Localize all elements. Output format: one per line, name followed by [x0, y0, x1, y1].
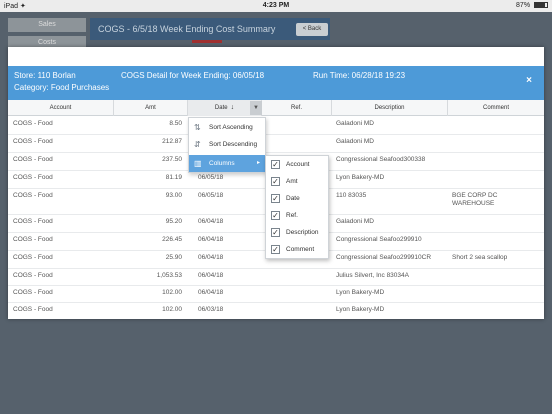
close-icon[interactable]: × [523, 75, 535, 87]
background-header: COGS - 6/5/18 Week Ending Cost Summary [90, 18, 330, 40]
checkbox-checked-icon[interactable]: ✓ [271, 211, 280, 220]
column-toggle-account[interactable]: ✓ Account [266, 156, 328, 173]
checkbox-checked-icon[interactable]: ✓ [271, 160, 280, 169]
column-toggle-description[interactable]: ✓ Description [266, 224, 328, 241]
menu-item-columns[interactable]: ▥ Columns ▸ [189, 155, 265, 172]
battery-indicator: 87% [516, 2, 548, 9]
column-toggle-date[interactable]: ✓ Date [266, 190, 328, 207]
store-label: Store: 110 Borlan [14, 71, 76, 80]
checkbox-checked-icon[interactable]: ✓ [271, 194, 280, 203]
battery-icon [534, 2, 548, 8]
sort-descending-icon: ↓ [230, 104, 235, 111]
columns-icon: ▥ [194, 159, 202, 168]
menu-item-sort-ascending[interactable]: ⇅ Sort Ascending [189, 119, 265, 136]
table-row[interactable]: COGS - Food 1,053.53 06/04/18 Julius Sil… [8, 269, 544, 286]
column-header-account[interactable]: Account [8, 100, 114, 116]
sort-ascending-icon: ⇅ [194, 123, 201, 132]
sidebar-item-sales: Sales [8, 18, 86, 32]
column-header-ref[interactable]: Ref. [262, 100, 332, 116]
columns-submenu: ✓ Account ✓ Amt ✓ Date ✓ Ref. ✓ Descript… [265, 155, 329, 259]
table-row[interactable]: COGS - Food 8.50 Galadoni MD [8, 117, 544, 135]
status-bar: iPad ✦ 4:23 PM 87% [0, 0, 552, 12]
checkbox-checked-icon[interactable]: ✓ [271, 245, 280, 254]
checkbox-checked-icon[interactable]: ✓ [271, 177, 280, 186]
column-header-description[interactable]: Description [332, 100, 448, 116]
submenu-arrow-icon: ▸ [256, 160, 260, 166]
column-context-menu: ⇅ Sort Ascending ⇵ Sort Descending ▥ Col… [188, 117, 266, 173]
clock: 4:23 PM [262, 2, 290, 9]
background-accent-bar [192, 40, 222, 43]
column-toggle-ref[interactable]: ✓ Ref. [266, 207, 328, 224]
run-time-label: Run Time: 06/28/18 19:23 [313, 71, 406, 80]
column-toggle-comment[interactable]: ✓ Comment [266, 241, 328, 258]
sort-descending-menu-icon: ⇵ [194, 140, 201, 149]
grid-header: Account Amt Date ↓ ▼ Ref. Description Com… [8, 100, 544, 116]
cogs-detail-label: COGS Detail for Week Ending: 06/05/18 [121, 71, 265, 80]
modal-header: Store: 110 Borlan COGS Detail for Week E… [8, 66, 544, 101]
table-row[interactable]: COGS - Food 102.00 06/03/18 Lyon Bakery-… [8, 303, 544, 319]
checkbox-checked-icon[interactable]: ✓ [271, 228, 280, 237]
menu-item-sort-descending[interactable]: ⇵ Sort Descending [189, 136, 265, 153]
column-toggle-amt[interactable]: ✓ Amt [266, 173, 328, 190]
column-menu-button[interactable]: ▼ [250, 101, 262, 115]
background-back-button: < Back [296, 23, 328, 36]
category-label: Category: Food Purchases [14, 83, 110, 92]
table-row[interactable]: COGS - Food 102.00 06/04/18 Lyon Bakery-… [8, 286, 544, 303]
column-header-amt[interactable]: Amt [114, 100, 188, 116]
battery-percent: 87% [516, 2, 531, 9]
column-header-comment[interactable]: Comment [448, 100, 544, 116]
table-row[interactable]: COGS - Food 212.87 Galadoni MD [8, 135, 544, 153]
